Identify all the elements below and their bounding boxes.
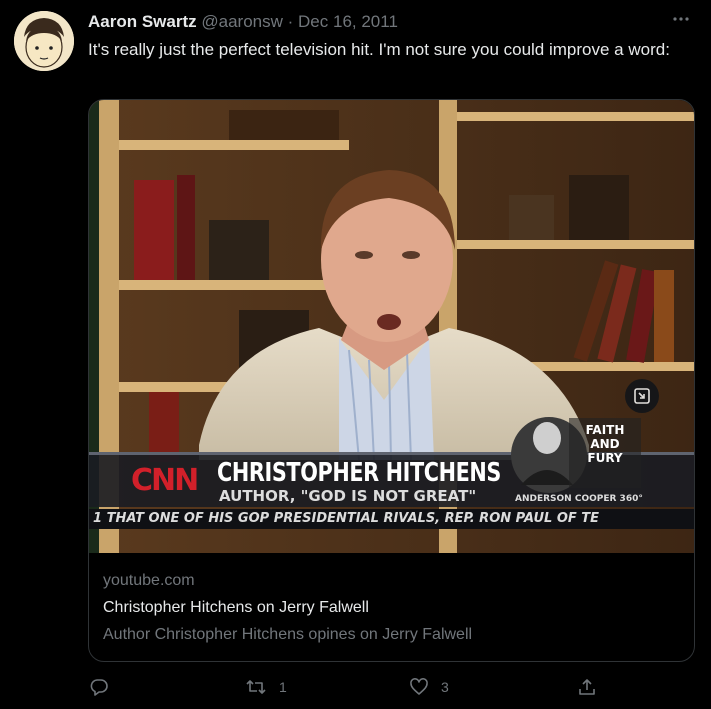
segment-title: FAITH AND FURY: [575, 423, 635, 465]
share-icon: [579, 679, 595, 695]
author-handle[interactable]: @aaronsw: [201, 12, 283, 31]
tweet-header: Aaron Swartz @aaronsw · Dec 16, 2011: [88, 12, 398, 32]
segment-title-line: FURY: [587, 451, 623, 465]
retweet-icon: [246, 680, 266, 694]
header-separator: ·: [287, 12, 294, 31]
card-meta[interactable]: youtube.com Christopher Hitchens on Jerr…: [103, 570, 683, 646]
like-count: 3: [441, 679, 449, 695]
tweet-text: It's really just the perfect television …: [88, 40, 670, 59]
lower-third-subtitle: AUTHOR, "GOD IS NOT GREAT": [219, 487, 477, 505]
network-logo: CNN: [131, 463, 199, 498]
tweet[interactable]: Aaron Swartz @aaronsw · Dec 16, 2011 It'…: [0, 0, 711, 709]
link-card[interactable]: CNN CHRISTOPHER HITCHENS AUTHOR, "GOD IS…: [88, 99, 695, 662]
tweet-date[interactable]: Dec 16, 2011: [298, 12, 398, 31]
reply-icon: [90, 679, 108, 696]
segment-title-line: AND: [590, 437, 620, 451]
lower-third-name: CHRISTOPHER HITCHENS: [217, 458, 502, 488]
retweet-button[interactable]: 1: [245, 677, 287, 697]
tweet-actions: 1 3: [0, 677, 711, 701]
heart-icon: [410, 678, 428, 695]
video-thumbnail[interactable]: CNN CHRISTOPHER HITCHENS AUTHOR, "GOD IS…: [89, 100, 694, 553]
more-horizontal-icon[interactable]: [672, 10, 690, 33]
card-description: Author Christopher Hitchens opines on Je…: [103, 626, 473, 643]
author-name[interactable]: Aaron Swartz: [88, 12, 197, 31]
expand-icon: [634, 388, 650, 404]
show-title: ANDERSON COOPER 360°: [515, 494, 643, 504]
share-button[interactable]: [577, 677, 597, 697]
avatar[interactable]: [14, 11, 74, 71]
expand-media-button[interactable]: [625, 379, 659, 413]
card-domain: youtube.com: [103, 572, 195, 589]
like-button[interactable]: 3: [409, 677, 449, 697]
segment-title-line: FAITH: [585, 423, 625, 437]
reply-button[interactable]: [89, 677, 121, 697]
retweet-count: 1: [279, 679, 287, 695]
card-title[interactable]: Christopher Hitchens on Jerry Falwell: [103, 597, 683, 619]
news-ticker: 1 THAT ONE OF HIS GOP PRESIDENTIAL RIVAL…: [89, 509, 694, 529]
